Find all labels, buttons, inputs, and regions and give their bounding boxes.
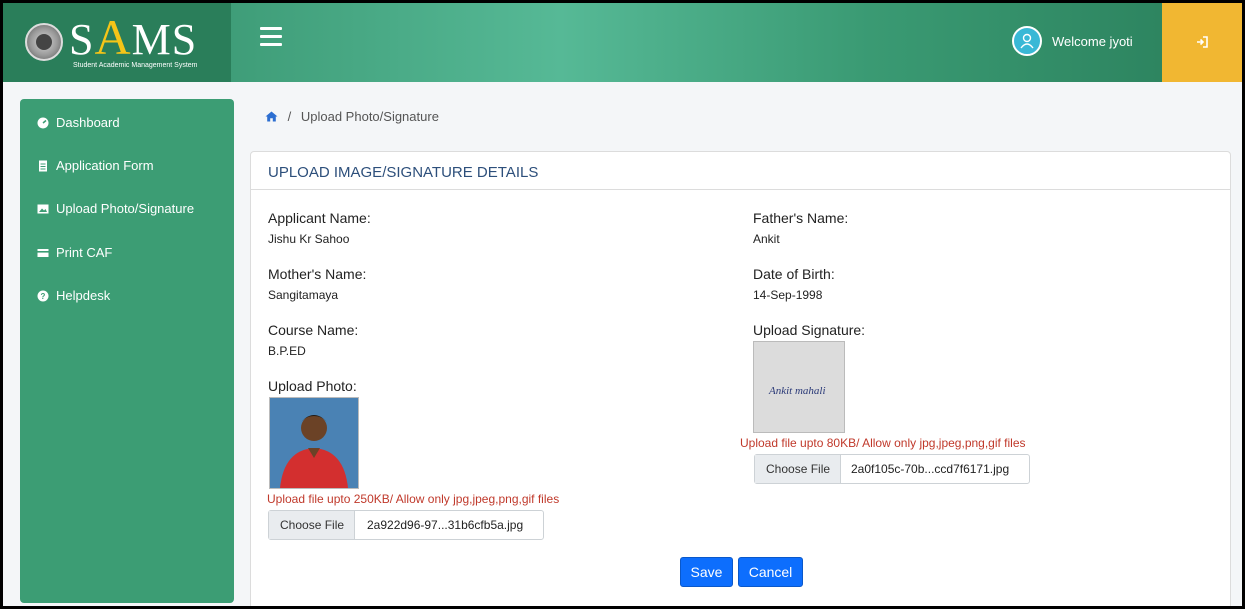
image-icon xyxy=(37,204,49,214)
menu-toggle-icon[interactable] xyxy=(260,27,282,49)
logout-icon xyxy=(1197,36,1208,48)
mother-name-label: Mother's Name: xyxy=(268,266,367,282)
photo-preview xyxy=(269,397,359,489)
photo-file-name: 2a922d96-97...31b6cfb5a.jpg xyxy=(367,518,524,532)
welcome-text[interactable]: Welcome jyoti xyxy=(1052,34,1133,49)
sidebar-item-dashboard[interactable]: Dashboard xyxy=(20,105,234,141)
photo-size-note: Upload file upto 250KB/ Allow only jpg,j… xyxy=(267,492,560,506)
photo-choose-file-button[interactable]: Choose File xyxy=(269,511,356,539)
applicant-name-value: Jishu Kr Sahoo xyxy=(268,232,350,246)
logout-button[interactable] xyxy=(1162,3,1242,82)
upload-signature-label: Upload Signature: xyxy=(753,322,866,338)
photo-file-input[interactable]: Choose File 2a922d96-97...31b6cfb5a.jpg xyxy=(268,510,544,540)
applicant-name-label: Applicant Name: xyxy=(268,210,371,226)
signature-file-input[interactable]: Choose File 2a0f105c-70b...ccd7f6171.jpg xyxy=(754,454,1030,484)
signature-file-name: 2a0f105c-70b...ccd7f6171.jpg xyxy=(851,462,1010,476)
save-button[interactable]: Save xyxy=(680,557,733,587)
sidebar-item-print-caf[interactable]: Print CAF xyxy=(20,235,234,271)
app-window: SAMS Student Academic Management System … xyxy=(3,3,1242,606)
dob-value: 14-Sep-1998 xyxy=(753,288,823,302)
card-title: UPLOAD IMAGE/SIGNATURE DETAILS xyxy=(268,164,539,181)
user-avatar-icon[interactable] xyxy=(1012,26,1042,56)
father-name-value: Ankit xyxy=(753,232,780,246)
signature-preview: Ankit mahali xyxy=(753,341,845,433)
top-header: SAMS Student Academic Management System … xyxy=(3,3,1242,82)
course-name-value: B.P.ED xyxy=(268,344,306,358)
upload-photo-label: Upload Photo: xyxy=(268,378,357,394)
dashboard-icon xyxy=(37,117,49,129)
question-icon: ? xyxy=(37,290,49,302)
file-icon xyxy=(39,160,47,172)
course-name-label: Course Name: xyxy=(268,322,359,338)
sidebar: Dashboard Application Form Upload Photo/… xyxy=(20,99,234,603)
upload-card: UPLOAD IMAGE/SIGNATURE DETAILS Applicant… xyxy=(250,151,1231,606)
sidebar-item-helpdesk[interactable]: ? Helpdesk xyxy=(20,278,234,314)
breadcrumb: / Upload Photo/Signature xyxy=(265,109,439,124)
logo-area[interactable]: SAMS Student Academic Management System xyxy=(3,3,231,82)
logo-subtitle: Student Academic Management System xyxy=(73,62,198,69)
signature-size-note: Upload file upto 80KB/ Allow only jpg,jp… xyxy=(740,436,1026,450)
father-name-label: Father's Name: xyxy=(753,210,849,226)
card-icon xyxy=(37,249,49,257)
sams-logo: SAMS xyxy=(69,9,198,65)
cancel-button[interactable]: Cancel xyxy=(738,557,803,587)
card-header: UPLOAD IMAGE/SIGNATURE DETAILS xyxy=(251,152,1230,190)
signature-choose-file-button[interactable]: Choose File xyxy=(755,455,842,483)
odisha-emblem-icon xyxy=(25,23,63,61)
sidebar-item-upload-photo-signature[interactable]: Upload Photo/Signature xyxy=(20,191,234,227)
breadcrumb-current: Upload Photo/Signature xyxy=(300,109,439,124)
sidebar-item-application-form[interactable]: Application Form xyxy=(20,148,234,184)
mother-name-value: Sangitamaya xyxy=(268,288,339,302)
dob-label: Date of Birth: xyxy=(753,266,835,282)
home-icon[interactable] xyxy=(265,111,278,122)
signature-text: Ankit mahali xyxy=(768,385,826,397)
svg-text:?: ? xyxy=(41,292,46,301)
breadcrumb-separator: / xyxy=(287,109,292,124)
